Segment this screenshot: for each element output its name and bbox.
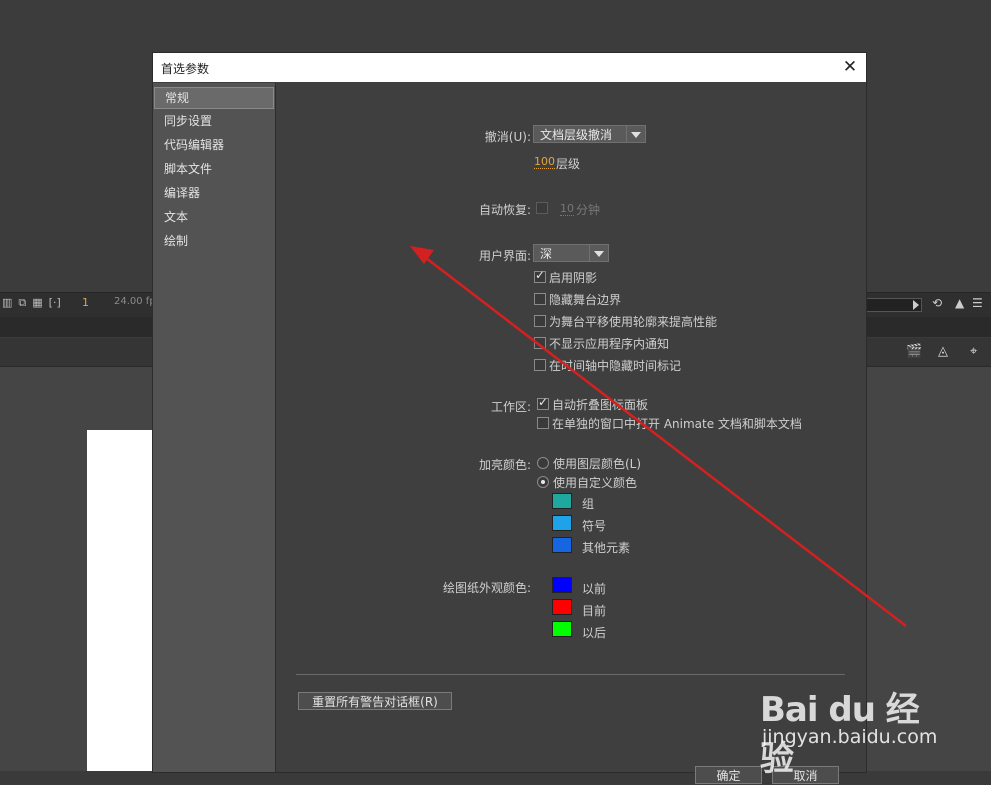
undo-label: 撤消(U): xyxy=(484,130,531,144)
group-color-label: 组 xyxy=(582,497,595,511)
stage-canvas[interactable] xyxy=(87,430,157,771)
sidebar-item-drawing[interactable]: 绘制 xyxy=(153,229,275,253)
onion-before-swatch[interactable] xyxy=(552,577,572,593)
onion-after-label: 以后 xyxy=(582,626,607,640)
timeline-tool-icon[interactable]: ▥ xyxy=(2,296,12,310)
hide-timeline-markers-checkbox[interactable] xyxy=(534,359,546,371)
chevron-down-icon xyxy=(626,126,645,142)
workspace-label: 工作区: xyxy=(490,400,531,414)
onion-current-swatch[interactable] xyxy=(552,599,572,615)
chevron-down-icon xyxy=(589,245,608,261)
ok-button[interactable]: 确定 xyxy=(695,766,762,784)
timeline-tool-icon[interactable]: ▦ xyxy=(32,296,42,310)
timeline-tools: ▥ ⧉ ▦ [·] xyxy=(2,296,61,310)
baidu-watermark: Bai du 经验 jingyan.baidu.com xyxy=(760,664,950,779)
timeline-tool-icon[interactable]: [·] xyxy=(49,296,61,310)
enable-shadow-label: 启用阴影 xyxy=(549,271,598,285)
close-icon[interactable]: ✕ xyxy=(840,57,860,77)
use-layer-color-label: 使用图层颜色(L) xyxy=(553,457,642,471)
separate-window-checkbox[interactable] xyxy=(537,417,549,429)
use-custom-color-label: 使用自定义颜色 xyxy=(553,476,638,490)
onion-before-label: 以前 xyxy=(582,582,607,596)
use-layer-color-radio[interactable] xyxy=(537,457,549,469)
sidebar-item-sync[interactable]: 同步设置 xyxy=(153,109,275,133)
scroll-right-icon[interactable] xyxy=(913,300,919,310)
watermark-url: jingyan.baidu.com xyxy=(762,726,938,748)
sidebar-item-general[interactable]: 常规 xyxy=(154,87,274,109)
ui-theme-value: 深 xyxy=(540,247,553,261)
transform-icon[interactable]: ◬ xyxy=(938,344,948,359)
undo-dropdown-value: 文档层级撤消 xyxy=(540,128,613,142)
autorecover-checkbox[interactable] xyxy=(536,202,548,214)
highlight-label: 加亮颜色: xyxy=(478,458,531,472)
undo-levels-input[interactable]: 100 xyxy=(534,155,555,169)
group-color-swatch[interactable] xyxy=(552,493,572,509)
symbol-color-swatch[interactable] xyxy=(552,515,572,531)
auto-collapse-label: 自动折叠图标面板 xyxy=(552,398,649,412)
autorecover-label: 自动恢复: xyxy=(478,203,531,217)
sidebar-item-text[interactable]: 文本 xyxy=(153,205,275,229)
onion-skin-label: 绘图纸外观颜色: xyxy=(442,581,531,595)
other-color-swatch[interactable] xyxy=(552,537,572,553)
timeline-scrollbar[interactable] xyxy=(866,298,922,312)
undo-dropdown[interactable]: 文档层级撤消 xyxy=(533,125,646,143)
current-frame: 1 xyxy=(82,296,89,309)
triangle-up-icon[interactable]: ▲ xyxy=(955,296,964,310)
clapper-icon[interactable]: 🎬 xyxy=(906,344,922,359)
preferences-sidebar: 常规 同步设置 代码编辑器 脚本文件 编译器 文本 绘制 xyxy=(153,83,276,772)
other-color-label: 其他元素 xyxy=(582,541,631,555)
undo-levels-unit: 层级 xyxy=(556,157,581,171)
onion-after-swatch[interactable] xyxy=(552,621,572,637)
auto-collapse-checkbox[interactable] xyxy=(537,395,549,410)
separate-window-label: 在单独的窗口中打开 Animate 文档和脚本文档 xyxy=(552,417,802,431)
ui-label: 用户界面: xyxy=(478,249,531,263)
sidebar-item-compiler[interactable]: 编译器 xyxy=(153,181,275,205)
hide-stage-border-checkbox[interactable] xyxy=(534,293,546,305)
hide-notifications-checkbox[interactable] xyxy=(534,337,546,349)
autorecover-unit: 分钟 xyxy=(576,203,601,217)
outline-pan-checkbox[interactable] xyxy=(534,315,546,327)
crosshair-icon[interactable]: ⌖ xyxy=(970,344,977,359)
hide-timeline-markers-label: 在时间轴中隐藏时间标记 xyxy=(549,359,682,373)
dialog-titlebar[interactable]: 首选参数 ✕ xyxy=(153,53,866,82)
onion-current-label: 目前 xyxy=(582,604,607,618)
sidebar-item-code-editor[interactable]: 代码编辑器 xyxy=(153,133,275,157)
menu-lines-icon[interactable]: ☰ xyxy=(972,296,983,310)
loop-icon[interactable]: ⟲ xyxy=(932,296,942,310)
symbol-color-label: 符号 xyxy=(582,519,607,533)
hide-notifications-label: 不显示应用程序内通知 xyxy=(549,337,670,351)
enable-shadow-checkbox[interactable] xyxy=(534,268,546,283)
outline-pan-label: 为舞台平移使用轮廓来提高性能 xyxy=(549,315,718,329)
ui-theme-dropdown[interactable]: 深 xyxy=(533,244,609,262)
dialog-title: 首选参数 xyxy=(161,62,210,76)
sidebar-item-script-files[interactable]: 脚本文件 xyxy=(153,157,275,181)
hide-stage-border-label: 隐藏舞台边界 xyxy=(549,293,622,307)
use-custom-color-radio[interactable] xyxy=(537,476,549,488)
reset-warnings-button[interactable]: 重置所有警告对话框(R) xyxy=(298,692,452,710)
autorecover-minutes-input[interactable]: 10 xyxy=(560,202,574,216)
timeline-tool-icon[interactable]: ⧉ xyxy=(18,296,26,310)
